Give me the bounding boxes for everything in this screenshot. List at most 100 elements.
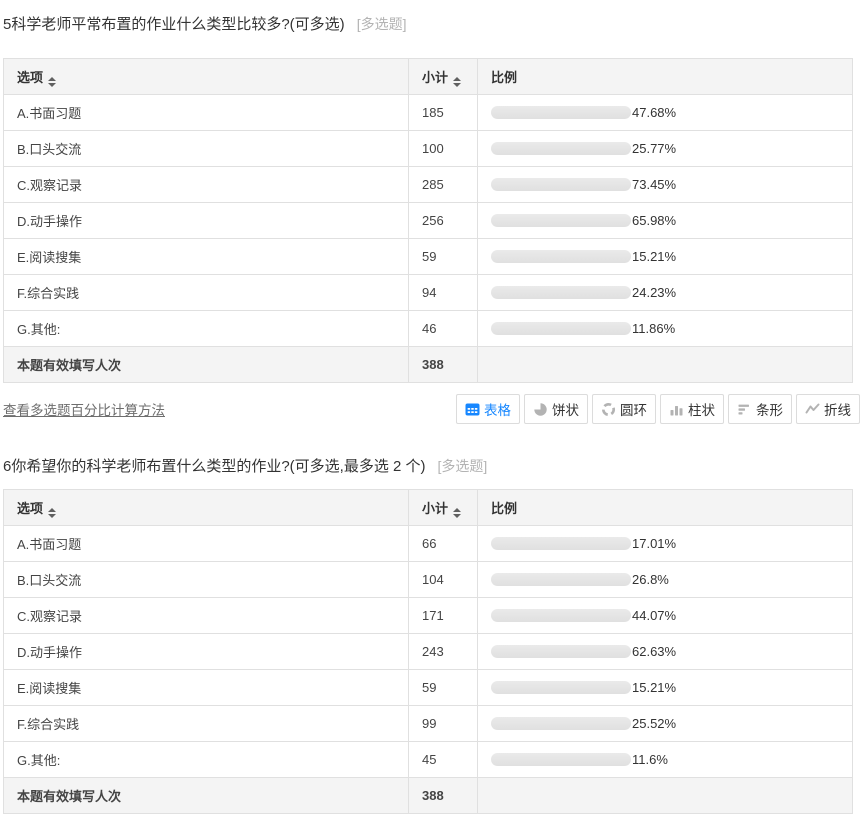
multiselect-tag: [多选题] — [357, 16, 407, 32]
ratio-cell: 15.21% — [478, 239, 853, 275]
option-cell: D.动手操作 — [4, 203, 409, 239]
percent-label: 65.98% — [632, 213, 676, 228]
chart-type-button-column-chart[interactable]: 柱状 — [660, 394, 724, 424]
percent-label: 15.21% — [632, 249, 676, 264]
percent-bar — [491, 573, 631, 586]
ratio-cell: 44.07% — [478, 598, 853, 634]
percent-bar — [491, 681, 631, 694]
option-cell: G.其他: — [4, 311, 409, 347]
sort-icon[interactable] — [453, 77, 461, 87]
percent-bar — [491, 286, 631, 299]
percent-bar — [491, 250, 631, 263]
chart-type-button-table[interactable]: 表格 — [456, 394, 520, 424]
sort-icon[interactable] — [453, 508, 461, 518]
percent-label: 26.8% — [632, 572, 669, 587]
percent-label: 17.01% — [632, 536, 676, 551]
option-cell: F.综合实践 — [4, 275, 409, 311]
chart-type-buttons: 表格饼状 圆环 柱状条形 折线 — [456, 394, 860, 424]
question-title-text: 5科学老师平常布置的作业什么类型比较多?(可多选) — [3, 16, 345, 33]
sort-icon[interactable] — [48, 77, 56, 87]
table-row: C.观察记录28573.45% — [4, 167, 853, 203]
percent-label: 11.86% — [632, 321, 675, 336]
option-cell: B.口头交流 — [4, 131, 409, 167]
option-cell: E.阅读搜集 — [4, 670, 409, 706]
ratio-cell: 25.77% — [478, 131, 853, 167]
total-count: 388 — [409, 347, 478, 383]
option-cell: A.书面习题 — [4, 526, 409, 562]
table-row: B.口头交流100 25.77% — [4, 131, 853, 167]
bar-chart-icon — [737, 402, 752, 417]
count-cell: 256 — [409, 203, 478, 239]
chart-type-button-bar-chart[interactable]: 条形 — [728, 394, 792, 424]
chart-type-button-label: 折线 — [824, 399, 851, 419]
percent-bar — [491, 753, 631, 766]
option-cell: G.其他: — [4, 742, 409, 778]
count-cell: 66 — [409, 526, 478, 562]
total-label: 本题有效填写人次 — [4, 347, 409, 383]
percent-bar — [491, 214, 631, 227]
table-header-option[interactable]: 选项 — [4, 490, 409, 526]
ratio-cell: 17.01% — [478, 526, 853, 562]
pie-icon — [533, 402, 548, 417]
count-cell: 100 — [409, 131, 478, 167]
table-row: D.动手操作24362.63% — [4, 634, 853, 670]
total-row: 本题有效填写人次 388 — [4, 347, 853, 383]
ratio-cell: 11.6% — [478, 742, 853, 778]
table-row: D.动手操作256 65.98% — [4, 203, 853, 239]
count-cell: 46 — [409, 311, 478, 347]
chart-type-button-line-chart[interactable]: 折线 — [796, 394, 860, 424]
results-table: 选项 小计 比例 A.书面习题6617.01%B.口头交流10426.8%C.观… — [3, 489, 853, 814]
count-cell: 185 — [409, 95, 478, 131]
question-block-6: 6你希望你的科学老师布置什么类型的作业?(可多选,最多选 2 个)[多选题] 选… — [3, 456, 852, 814]
percent-method-link[interactable]: 查看多选题百分比计算方法 — [3, 399, 165, 419]
count-cell: 59 — [409, 670, 478, 706]
table-row: E.阅读搜集59 15.21% — [4, 670, 853, 706]
count-cell: 99 — [409, 706, 478, 742]
percent-label: 62.63% — [632, 644, 676, 659]
percent-label: 25.52% — [632, 716, 676, 731]
percent-label: 11.6% — [632, 752, 668, 767]
percent-label: 15.21% — [632, 680, 676, 695]
table-icon — [465, 402, 480, 417]
total-ratio-empty — [478, 347, 853, 383]
ratio-cell: 15.21% — [478, 670, 853, 706]
question-block-5: 5科学老师平常布置的作业什么类型比较多?(可多选)[多选题] 选项 小计 比例 … — [3, 14, 852, 383]
chart-type-button-pie[interactable]: 饼状 — [524, 394, 588, 424]
table-header-ratio: 比例 — [478, 490, 853, 526]
percent-bar — [491, 537, 631, 550]
option-cell: E.阅读搜集 — [4, 239, 409, 275]
table-row: A.书面习题66 17.01% — [4, 526, 853, 562]
percent-bar — [491, 322, 631, 335]
table-row: G.其他:4511.6% — [4, 742, 853, 778]
table-header-count[interactable]: 小计 — [409, 490, 478, 526]
ratio-cell: 25.52% — [478, 706, 853, 742]
chart-type-button-label: 圆环 — [620, 399, 647, 419]
count-cell: 94 — [409, 275, 478, 311]
percent-label: 24.23% — [632, 285, 676, 300]
table-row: E.阅读搜集5915.21% — [4, 239, 853, 275]
donut-icon — [601, 402, 616, 417]
option-cell: B.口头交流 — [4, 562, 409, 598]
ratio-cell: 24.23% — [478, 275, 853, 311]
table-row: F.综合实践94 24.23% — [4, 275, 853, 311]
question-title: 6你希望你的科学老师布置什么类型的作业?(可多选,最多选 2 个)[多选题] — [3, 456, 852, 477]
table-header-count[interactable]: 小计 — [409, 59, 478, 95]
option-cell: C.观察记录 — [4, 598, 409, 634]
chart-type-button-donut[interactable]: 圆环 — [592, 394, 656, 424]
percent-label: 47.68% — [632, 105, 676, 120]
total-label: 本题有效填写人次 — [4, 778, 409, 814]
percent-bar — [491, 609, 631, 622]
chart-type-button-label: 表格 — [484, 399, 511, 419]
table-header-row: 选项 小计 比例 — [4, 490, 853, 526]
chart-type-button-label: 柱状 — [688, 399, 715, 419]
sort-icon[interactable] — [48, 508, 56, 518]
count-cell: 243 — [409, 634, 478, 670]
table-header-option[interactable]: 选项 — [4, 59, 409, 95]
survey-results-page: 5科学老师平常布置的作业什么类型比较多?(可多选)[多选题] 选项 小计 比例 … — [0, 0, 865, 814]
ratio-cell: 73.45% — [478, 167, 853, 203]
column-chart-icon — [669, 402, 684, 417]
results-toolbar: 查看多选题百分比计算方法 表格饼状 圆环 柱状条形 折线 — [3, 394, 860, 424]
results-table: 选项 小计 比例 A.书面习题18547.68%B.口头交流10025.77%C… — [3, 58, 853, 383]
percent-label: 25.77% — [632, 141, 676, 156]
ratio-cell: 26.8% — [478, 562, 853, 598]
